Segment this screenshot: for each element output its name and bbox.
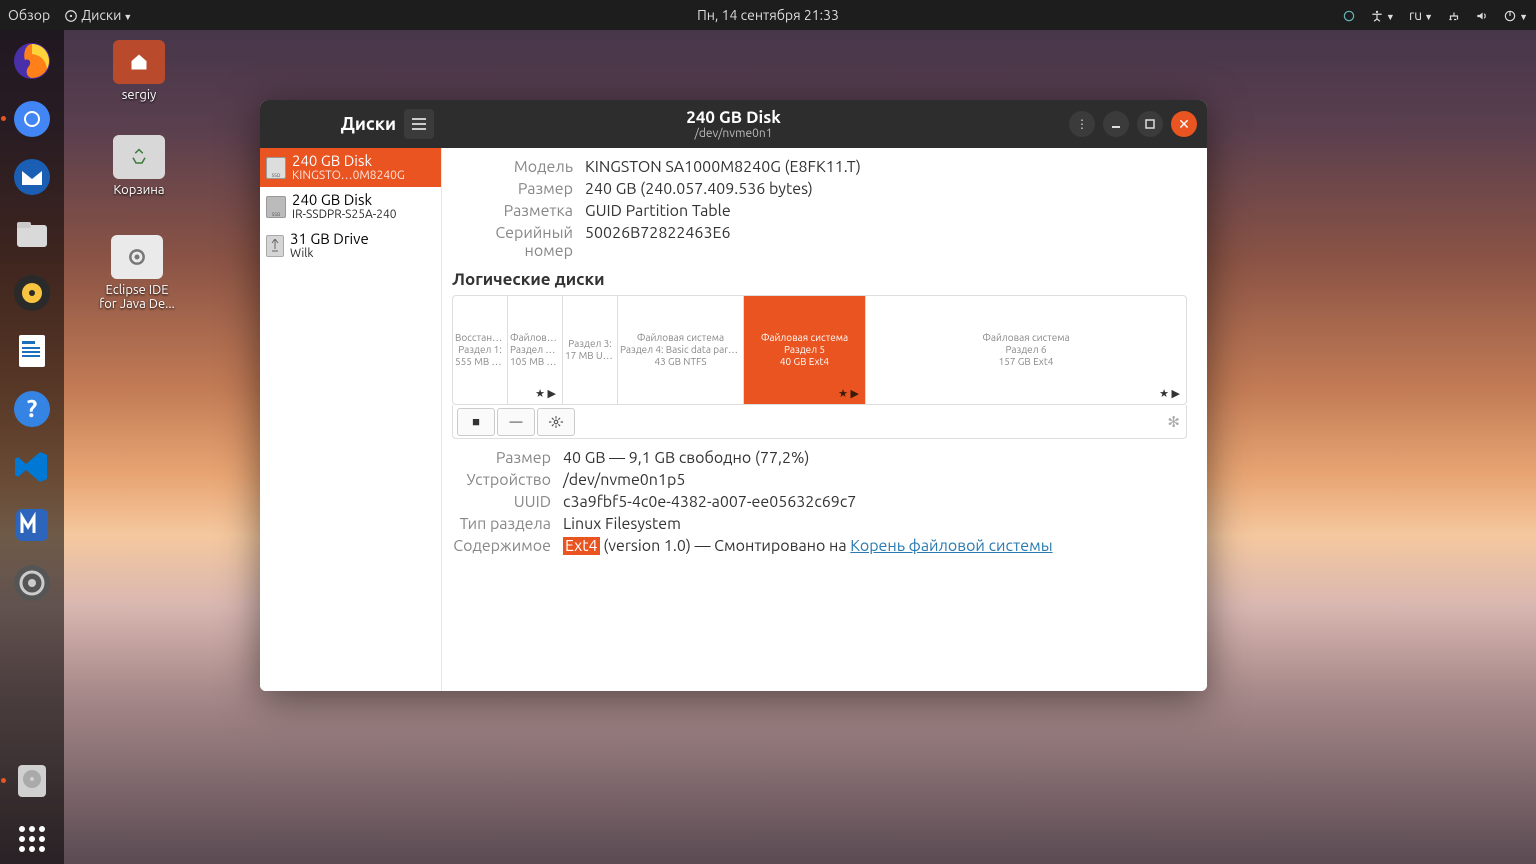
dock-chromium[interactable] [7, 94, 57, 144]
volume-icon[interactable] [1475, 7, 1489, 23]
network-icon[interactable] [1447, 7, 1461, 23]
disks-window: Диски 240 GB Disk /dev/nvme0n1 ⋮ ✕ SSD 2… [260, 100, 1207, 691]
disk-icon [64, 9, 78, 23]
disk-item-1[interactable]: SSD 240 GB DiskKINGSTO…0M8240G [260, 148, 441, 187]
dock-files[interactable] [7, 210, 57, 260]
dock-rhythmbox[interactable] [7, 268, 57, 318]
window-title: 240 GB Disk [686, 108, 781, 127]
vol-type-label: Тип раздела [448, 515, 563, 533]
serial-label: Серийный номер [448, 224, 585, 260]
keyboard-layout[interactable]: ru▼ [1409, 7, 1433, 23]
vol-uuid-value: c3a9fbf5-4c0e-4382-a007-ee05632c69c7 [563, 493, 1191, 511]
volumes-heading: Логические диски [452, 270, 1191, 289]
dock: ? [0, 30, 64, 864]
serial-value: 50026B72822463E6 [585, 224, 1191, 260]
dock-vscode[interactable] [7, 442, 57, 492]
desktop-trash[interactable]: Корзина [94, 135, 184, 197]
partition-toolbar: ■ — ✻ [452, 405, 1187, 439]
app-title: Диски [341, 114, 396, 134]
vol-type-value: Linux Filesystem [563, 515, 1191, 533]
hamburger-button[interactable] [404, 109, 434, 139]
recycle-icon [130, 147, 148, 167]
partition-6[interactable]: Файловая системаРаздел 6157 GB Ext4★ ▶ [866, 296, 1186, 404]
vol-uuid-label: UUID [448, 493, 563, 511]
size-label: Размер [448, 180, 585, 198]
mount-link[interactable]: Корень файловой системы [850, 537, 1052, 555]
app-menu[interactable]: Диски▼ [64, 7, 132, 23]
maximize-button[interactable] [1137, 111, 1163, 137]
partitioning-value: GUID Partition Table [585, 202, 1191, 220]
kebab-button[interactable]: ⋮ [1069, 111, 1095, 137]
disk-item-3[interactable]: 31 GB DriveWilk [260, 226, 441, 265]
vol-device-value: /dev/nvme0n1p5 [563, 471, 1191, 489]
svg-text:?: ? [27, 395, 38, 422]
partition-5[interactable]: Файловая системаРаздел 540 GB Ext4★ ▶ [744, 296, 866, 404]
gear-icon [127, 247, 147, 267]
dock-firefox[interactable] [7, 36, 57, 86]
activities-button[interactable]: Обзор [8, 7, 50, 23]
dock-virtualbox[interactable] [7, 500, 57, 550]
window-subtitle: /dev/nvme0n1 [686, 127, 781, 140]
power-icon[interactable]: ▼ [1503, 7, 1528, 23]
partition-map: Восстанов…Раздел 1:555 MB NTFS Файловая…… [452, 295, 1187, 405]
dock-show-apps[interactable] [7, 814, 57, 864]
vol-device-label: Устройство [448, 471, 563, 489]
partition-4[interactable]: Файловая системаРаздел 4: Basic data par… [618, 296, 744, 404]
model-label: Модель [448, 158, 585, 176]
usb-icon [266, 235, 284, 257]
disk-list: SSD 240 GB DiskKINGSTO…0M8240G SSD 240 G… [260, 148, 442, 691]
size-value: 240 GB (240.057.409.536 bytes) [585, 180, 1191, 198]
accessibility-icon[interactable]: ▼ [1370, 7, 1395, 23]
disk-item-2[interactable]: SSD 240 GB DiskIR-SSDPR-S25A-240 [260, 187, 441, 226]
home-icon [129, 52, 149, 72]
model-value: KINGSTON SA1000M8240G (E8FK11.T) [585, 158, 1191, 176]
top-bar: Обзор Диски▼ Пн, 14 сентября 21:33 ▼ ru▼… [0, 0, 1536, 30]
minimize-button[interactable] [1103, 111, 1129, 137]
clock[interactable]: Пн, 14 сентября 21:33 [697, 7, 839, 23]
ssd-icon: SSD [266, 196, 286, 218]
vol-size-value: 40 GB — 9,1 GB свободно (77,2%) [563, 449, 1191, 467]
vol-contents-label: Содержимое [448, 537, 563, 555]
partition-2[interactable]: Файловая…Раздел 2: …105 MB FAT★ ▶ [508, 296, 563, 404]
partitioning-label: Разметка [448, 202, 585, 220]
more-options-button[interactable]: ✻ [1167, 413, 1180, 431]
close-button[interactable]: ✕ [1171, 111, 1197, 137]
dock-help[interactable]: ? [7, 384, 57, 434]
partition-options-button[interactable] [537, 408, 575, 436]
delete-partition-button[interactable]: — [497, 408, 535, 436]
partition-3[interactable]: Раздел 3:17 MB Unk… [563, 296, 618, 404]
desktop-home[interactable]: sergiy [94, 40, 184, 102]
dock-libreoffice[interactable] [7, 326, 57, 376]
dock-thunderbird[interactable] [7, 152, 57, 202]
unmount-button[interactable]: ■ [457, 408, 495, 436]
desktop-eclipse[interactable]: Eclipse IDEfor Java De... [82, 235, 192, 311]
main-panel: МодельKINGSTON SA1000M8240G (E8FK11.T) Р… [442, 148, 1207, 691]
partition-1[interactable]: Восстанов…Раздел 1:555 MB NTFS [453, 296, 508, 404]
ssd-icon: SSD [266, 157, 286, 179]
fs-badge: Ext4 [563, 537, 600, 555]
titlebar: Диски 240 GB Disk /dev/nvme0n1 ⋮ ✕ [260, 100, 1207, 148]
star-icon: ★ ▶ [838, 388, 859, 401]
vol-contents-value: Ext4 (version 1.0) — Смонтировано на Кор… [563, 537, 1191, 555]
dock-disks[interactable] [7, 756, 57, 806]
star-icon: ★ ▶ [1159, 388, 1180, 401]
dock-settings[interactable] [7, 558, 57, 608]
star-icon: ★ ▶ [535, 388, 556, 401]
gear-icon [549, 415, 563, 429]
indicator-icon[interactable] [1342, 7, 1356, 23]
vol-size-label: Размер [448, 449, 563, 467]
